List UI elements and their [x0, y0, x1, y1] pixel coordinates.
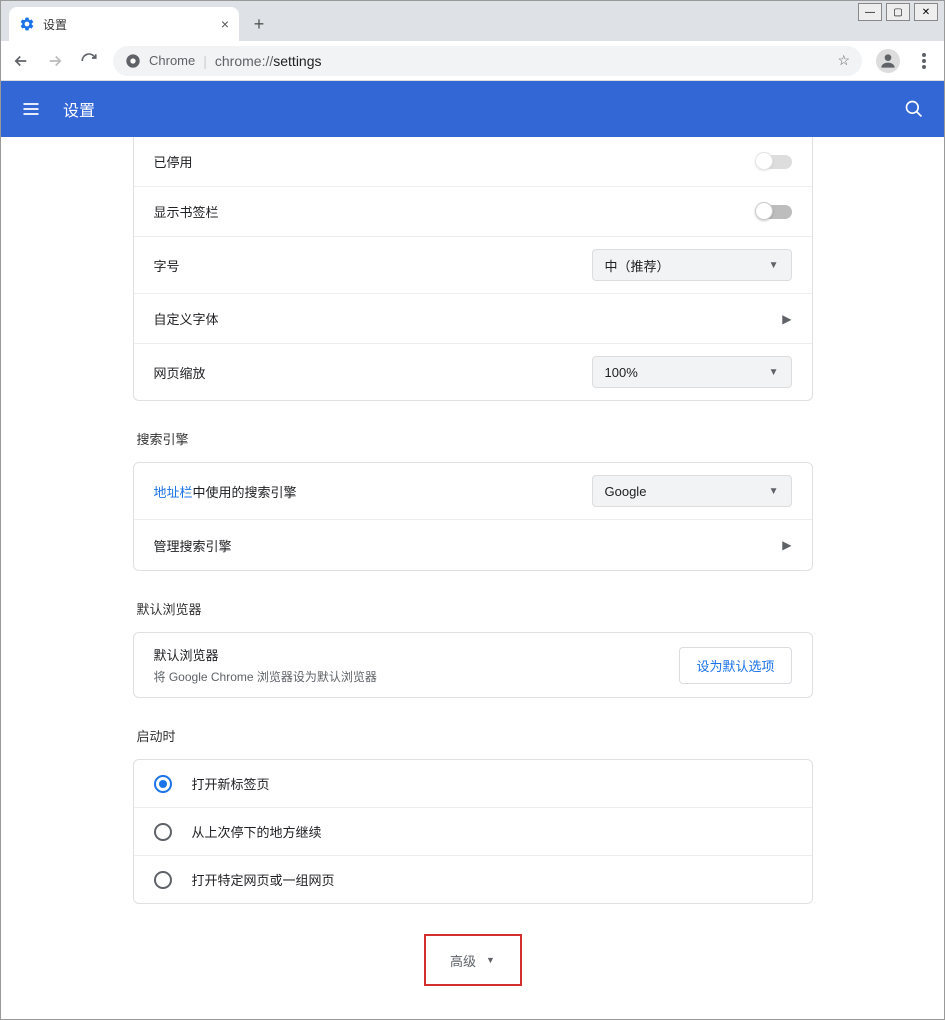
address-search-label: 地址栏中使用的搜索引擎	[154, 482, 592, 501]
search-engine-select[interactable]: Google ▼	[592, 475, 792, 507]
row-default-browser: 默认浏览器 将 Google Chrome 浏览器设为默认浏览器 设为默认选项	[134, 633, 812, 697]
search-icon[interactable]	[904, 99, 924, 119]
custom-font-label: 自定义字体	[154, 309, 783, 328]
chevron-down-icon: ▼	[769, 486, 779, 497]
chevron-right-icon: ▶	[782, 312, 791, 326]
profile-avatar[interactable]	[876, 49, 900, 73]
section-search-engine-title: 搜索引擎	[137, 429, 813, 448]
search-engine-value: Google	[605, 484, 647, 499]
reload-button[interactable]	[79, 51, 99, 71]
startup-option-specific[interactable]: 打开特定网页或一组网页	[134, 856, 812, 903]
startup-card: 打开新标签页 从上次停下的地方继续 打开特定网页或一组网页	[133, 759, 813, 904]
maximize-button[interactable]: ▢	[886, 3, 910, 21]
forward-button[interactable]	[45, 51, 65, 71]
zoom-value: 100%	[605, 365, 638, 380]
section-startup-title: 启动时	[137, 726, 813, 745]
section-default-browser-title: 默认浏览器	[137, 599, 813, 618]
row-disabled: 已停用	[134, 137, 812, 187]
browser-tab[interactable]: 设置 ×	[9, 7, 239, 41]
row-address-search: 地址栏中使用的搜索引擎 Google ▼	[134, 463, 812, 520]
chevron-down-icon: ▼	[769, 367, 779, 378]
url-origin: Chrome	[149, 53, 195, 68]
row-page-zoom: 网页缩放 100% ▼	[134, 344, 812, 400]
url-text: chrome://settings	[215, 53, 322, 69]
default-browser-sub: 将 Google Chrome 浏览器设为默认浏览器	[154, 668, 680, 685]
font-size-label: 字号	[154, 256, 592, 275]
tab-close-icon[interactable]: ×	[221, 16, 229, 32]
radio-new-tab-label: 打开新标签页	[192, 774, 270, 793]
row-bookmark-bar: 显示书签栏	[134, 187, 812, 237]
window-controls: — ▢ ✕	[858, 3, 938, 21]
settings-content-scroll[interactable]: 已停用 显示书签栏 字号 中（推荐） ▼ 自定义字体 ▶	[1, 137, 944, 1019]
url-divider: |	[203, 53, 207, 69]
chevron-right-icon: ▶	[782, 538, 791, 552]
chevron-down-icon: ▼	[486, 955, 495, 965]
bookmark-bar-label: 显示书签栏	[154, 202, 756, 221]
radio-new-tab[interactable]	[154, 775, 172, 793]
back-button[interactable]	[11, 51, 31, 71]
set-default-button[interactable]: 设为默认选项	[679, 647, 791, 684]
tabs-bar: 设置 × +	[1, 1, 944, 41]
zoom-label: 网页缩放	[154, 363, 592, 382]
disabled-label: 已停用	[154, 152, 756, 171]
gear-icon	[19, 16, 35, 32]
bookmark-bar-toggle[interactable]	[756, 205, 792, 219]
startup-option-new-tab[interactable]: 打开新标签页	[134, 760, 812, 808]
omnibox[interactable]: Chrome | chrome://settings ☆	[113, 46, 862, 76]
font-size-value: 中（推荐）	[605, 256, 670, 275]
menu-button[interactable]	[914, 51, 934, 71]
radio-specific[interactable]	[154, 871, 172, 889]
close-window-button[interactable]: ✕	[914, 3, 938, 21]
hamburger-icon[interactable]	[21, 99, 41, 119]
radio-continue[interactable]	[154, 823, 172, 841]
radio-specific-label: 打开特定网页或一组网页	[192, 870, 335, 889]
advanced-label: 高级	[450, 951, 476, 970]
bookmark-star-icon[interactable]: ☆	[837, 52, 850, 69]
row-manage-search[interactable]: 管理搜索引擎 ▶	[134, 520, 812, 570]
minimize-button[interactable]: —	[858, 3, 882, 21]
settings-title: 设置	[63, 97, 95, 121]
manage-search-label: 管理搜索引擎	[154, 536, 783, 555]
row-font-size: 字号 中（推荐） ▼	[134, 237, 812, 294]
default-browser-card: 默认浏览器 将 Google Chrome 浏览器设为默认浏览器 设为默认选项	[133, 632, 813, 698]
advanced-toggle[interactable]: 高级 ▼	[424, 934, 522, 986]
search-engine-card: 地址栏中使用的搜索引擎 Google ▼ 管理搜索引擎 ▶	[133, 462, 813, 571]
appearance-card: 已停用 显示书签栏 字号 中（推荐） ▼ 自定义字体 ▶	[133, 137, 813, 401]
chevron-down-icon: ▼	[769, 260, 779, 271]
disabled-toggle[interactable]	[756, 155, 792, 169]
address-bar: Chrome | chrome://settings ☆	[1, 41, 944, 81]
default-browser-label: 默认浏览器	[154, 645, 680, 664]
startup-option-continue[interactable]: 从上次停下的地方继续	[134, 808, 812, 856]
settings-header: 设置	[1, 81, 944, 137]
new-tab-button[interactable]: +	[245, 10, 273, 38]
row-custom-font[interactable]: 自定义字体 ▶	[134, 294, 812, 344]
tab-title: 设置	[43, 16, 213, 33]
chrome-icon	[125, 53, 141, 69]
font-size-select[interactable]: 中（推荐） ▼	[592, 249, 792, 281]
zoom-select[interactable]: 100% ▼	[592, 356, 792, 388]
address-bar-link[interactable]: 地址栏	[154, 485, 193, 500]
radio-continue-label: 从上次停下的地方继续	[192, 822, 322, 841]
